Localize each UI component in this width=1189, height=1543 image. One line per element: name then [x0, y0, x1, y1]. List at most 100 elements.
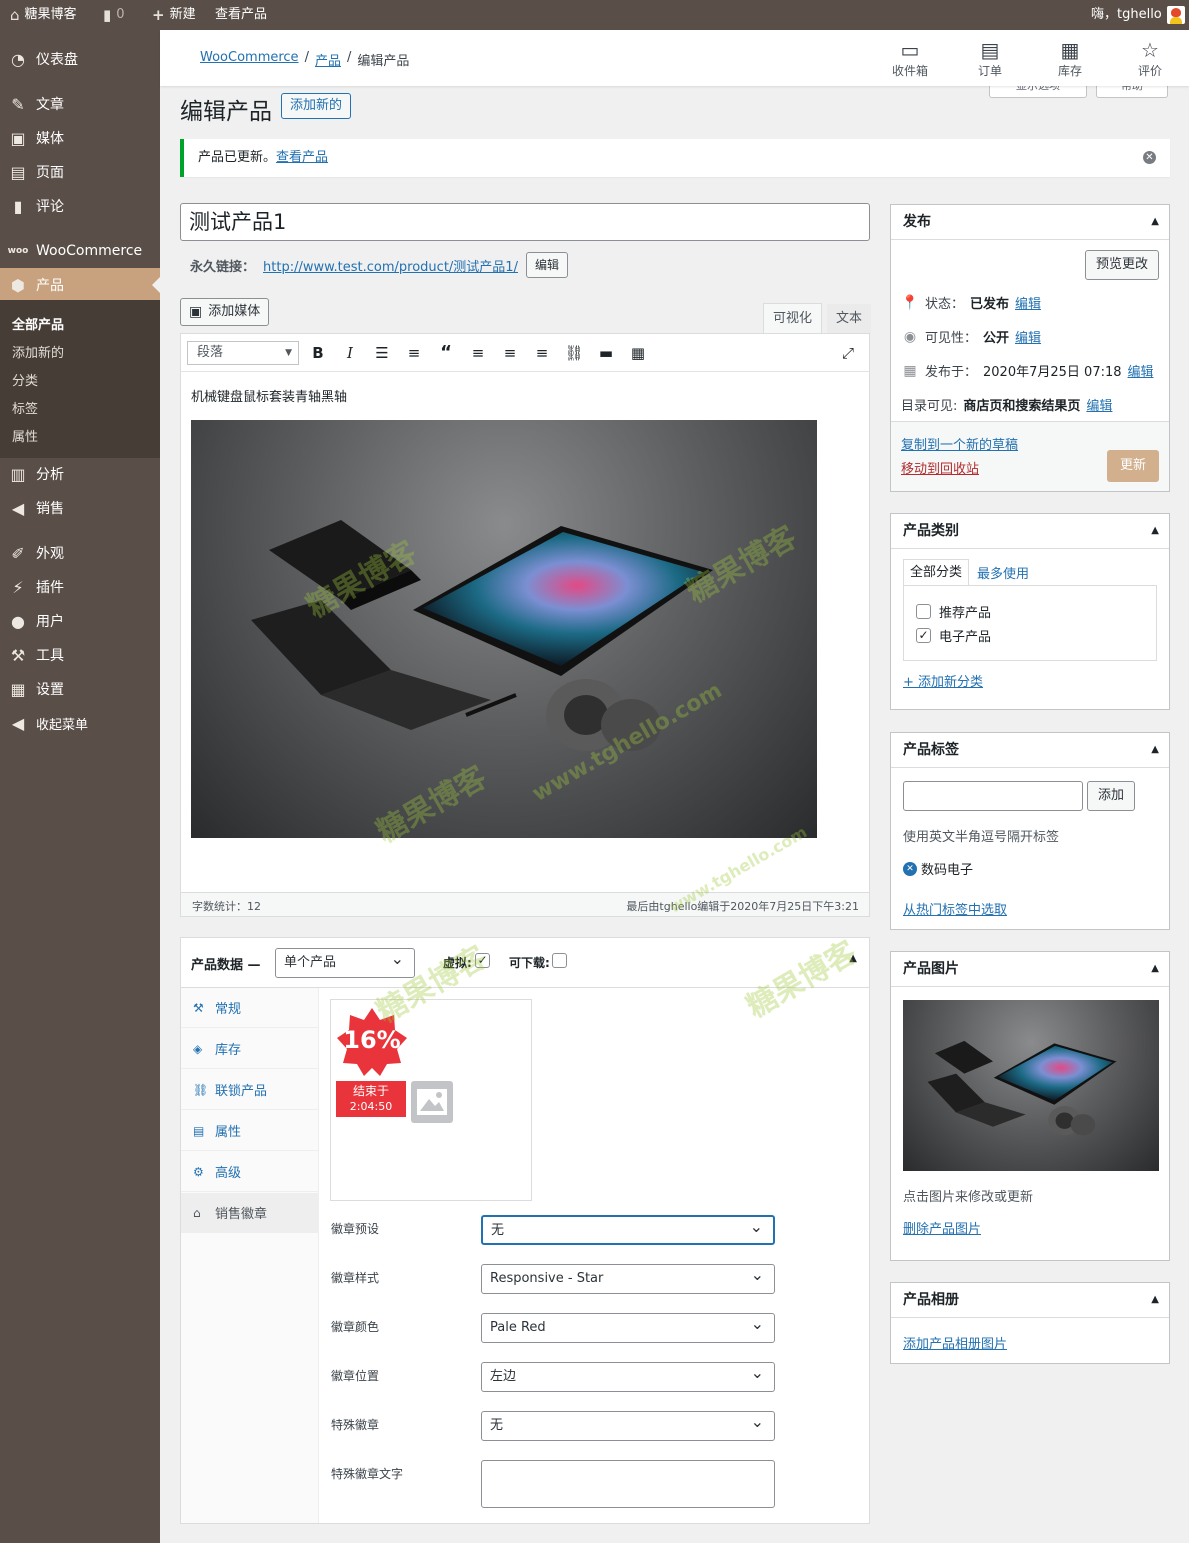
menu-analytics[interactable]: ▥ 分析 [0, 457, 160, 491]
link-icon[interactable]: ⛓ [563, 342, 585, 364]
menu-products[interactable]: ⬢ 产品 [0, 268, 160, 302]
submenu-all-products[interactable]: 全部产品 [12, 314, 64, 333]
downloadable-checkbox[interactable] [552, 953, 567, 968]
edit-status-link[interactable]: 编辑 [1015, 293, 1041, 312]
collapse-up-icon[interactable]: ▲ [1151, 1283, 1159, 1317]
add-media-button[interactable]: ▣ 添加媒体 [180, 298, 270, 326]
bold-icon[interactable]: B [307, 342, 329, 364]
collapse-up-icon[interactable]: ▲ [1151, 733, 1159, 767]
tab-advanced[interactable]: ⚙ 高级 [181, 1152, 319, 1192]
menu-collapse[interactable]: ◀ 收起菜单 [0, 706, 160, 740]
product-title-input[interactable]: 测试产品1 [180, 203, 870, 241]
header-inbox-button[interactable]: ▭ 收件箱 [880, 38, 940, 79]
category-checkbox[interactable] [916, 604, 931, 619]
menu-plugins[interactable]: ⚡ 插件 [0, 570, 160, 604]
menu-pages[interactable]: ▤ 页面 [0, 155, 160, 189]
remove-tag-icon[interactable]: ✕ [903, 861, 917, 876]
category-item[interactable]: 推荐产品 [916, 602, 991, 621]
product-type-select[interactable]: 单个产品 [275, 945, 415, 978]
menu-posts[interactable]: ✎ 文章 [0, 87, 160, 121]
preview-changes-button[interactable]: 预览更改 [1085, 250, 1159, 280]
menu-appearance[interactable]: ✐ 外观 [0, 536, 160, 570]
collapse-up-icon[interactable]: ▲ [1151, 952, 1159, 986]
menu-media[interactable]: ▣ 媒体 [0, 121, 160, 155]
fullscreen-icon[interactable]: ⤢ [837, 342, 859, 364]
tab-text[interactable]: 文本 [826, 303, 873, 334]
toolbar-toggle-icon[interactable]: ▦ [627, 342, 649, 364]
blockquote-icon[interactable]: “ [435, 342, 457, 364]
editor-content-text[interactable]: 机械键盘鼠标套装青轴黑轴 [191, 386, 347, 405]
user-account-link[interactable]: 嗨，tghello [1091, 0, 1185, 30]
bullet-list-icon[interactable]: ☰ [371, 342, 393, 364]
submenu-add-new[interactable]: 添加新的 [12, 342, 64, 361]
tab-visual[interactable]: 可视化 [763, 303, 823, 334]
tab-inventory[interactable]: ◈ 库存 [181, 1029, 319, 1069]
menu-woocommerce[interactable]: woo WooCommerce [0, 234, 160, 268]
tab-sales-badge[interactable]: ⌂ 销售徽章 [181, 1193, 319, 1233]
remove-product-image-link[interactable]: 删除产品图片 [903, 1218, 981, 1237]
edit-visibility-link[interactable]: 编辑 [1015, 327, 1041, 346]
duplicate-link[interactable]: 复制到一个新的草稿 [901, 434, 1018, 453]
menu-tools[interactable]: ⚒ 工具 [0, 638, 160, 672]
special-badge-select[interactable]: 无 [481, 1408, 775, 1441]
header-stock-button[interactable]: ▦ 库存 [1040, 38, 1100, 79]
site-name-link[interactable]: ⌂ 糖果博客 [10, 0, 77, 30]
add-new-category-link[interactable]: + 添加新分类 [903, 671, 983, 690]
view-product-link[interactable]: 查看产品 [215, 0, 267, 30]
menu-users[interactable]: ● 用户 [0, 604, 160, 638]
virtual-checkbox[interactable]: ✓ [475, 953, 490, 968]
badge-position-select[interactable]: 左边 [481, 1359, 775, 1392]
collapse-up-icon[interactable]: ▲ [1151, 514, 1159, 548]
special-badge-text-input[interactable] [481, 1460, 775, 1508]
trash-link[interactable]: 移动到回收站 [901, 458, 979, 477]
read-more-icon[interactable]: ▬ [595, 342, 617, 364]
tab-attributes[interactable]: ▤ 属性 [181, 1111, 319, 1151]
badge-style-select[interactable]: Responsive - Star [481, 1261, 775, 1294]
badge-preset-select[interactable]: 无 [481, 1213, 775, 1245]
tab-most-used[interactable]: 最多使用 [977, 563, 1029, 582]
collapse-up-icon[interactable]: ▲ [849, 953, 857, 964]
format-select[interactable]: 段落 [187, 341, 299, 365]
submenu-attributes[interactable]: 属性 [12, 426, 38, 445]
add-new-button[interactable]: 添加新的 [281, 93, 352, 119]
submenu-tags[interactable]: 标签 [12, 398, 38, 417]
align-left-icon[interactable]: ≡ [467, 342, 489, 364]
align-center-icon[interactable]: ≡ [499, 342, 521, 364]
menu-settings[interactable]: ▦ 设置 [0, 672, 160, 706]
tab-all-categories[interactable]: 全部分类 [903, 559, 970, 586]
permalink-url[interactable]: http://www.test.com/product/测试产品1/ [263, 256, 518, 275]
breadcrumb-products[interactable]: 产品 [315, 50, 341, 69]
edit-catalog-link[interactable]: 编辑 [1086, 395, 1112, 414]
permalink-edit-button[interactable]: 编辑 [525, 252, 568, 278]
align-right-icon[interactable]: ≡ [531, 342, 553, 364]
header-reviews-button[interactable]: ☆ 评价 [1120, 38, 1180, 79]
update-button[interactable]: 更新 [1107, 450, 1159, 482]
header-orders-button[interactable]: ▤ 订单 [960, 38, 1020, 79]
collapse-up-icon[interactable]: ▲ [1151, 205, 1159, 239]
add-tag-button[interactable]: 添加 [1087, 781, 1135, 811]
tab-general[interactable]: ⚒ 常规 [181, 988, 319, 1028]
add-gallery-images-link[interactable]: 添加产品相册图片 [903, 1333, 1007, 1352]
new-content-link[interactable]: + 新建 [152, 0, 196, 30]
menu-marketing[interactable]: ◀ 销售 [0, 491, 160, 525]
breadcrumb-woocommerce[interactable]: WooCommerce [200, 50, 299, 69]
screen-options-button[interactable]: 显示选项 [989, 84, 1087, 98]
choose-popular-tags-link[interactable]: 从热门标签中选取 [903, 899, 1007, 918]
content-product-image[interactable] [191, 420, 817, 838]
menu-dashboard[interactable]: ◔ 仪表盘 [0, 42, 160, 76]
dismiss-icon[interactable]: ✕ [1143, 151, 1156, 164]
edit-date-link[interactable]: 编辑 [1128, 361, 1154, 380]
menu-comments[interactable]: ▮ 评论 [0, 189, 160, 223]
help-button[interactable]: 帮助 [1096, 84, 1168, 98]
category-item[interactable]: ✓ 电子产品 [916, 626, 991, 645]
italic-icon[interactable]: I [339, 342, 361, 364]
badge-color-select[interactable]: Pale Red [481, 1310, 775, 1343]
numbered-list-icon[interactable]: ≡ [403, 342, 425, 364]
featured-image-thumbnail[interactable] [903, 1000, 1159, 1171]
tag-input[interactable] [903, 781, 1083, 811]
submenu-categories[interactable]: 分类 [12, 370, 38, 389]
tab-linked-products[interactable]: ⛓ 联锁产品 [181, 1070, 319, 1110]
comments-link[interactable]: ▮ 0 [103, 0, 125, 30]
category-checkbox[interactable]: ✓ [916, 628, 931, 643]
notice-view-product-link[interactable]: 查看产品 [276, 150, 328, 165]
